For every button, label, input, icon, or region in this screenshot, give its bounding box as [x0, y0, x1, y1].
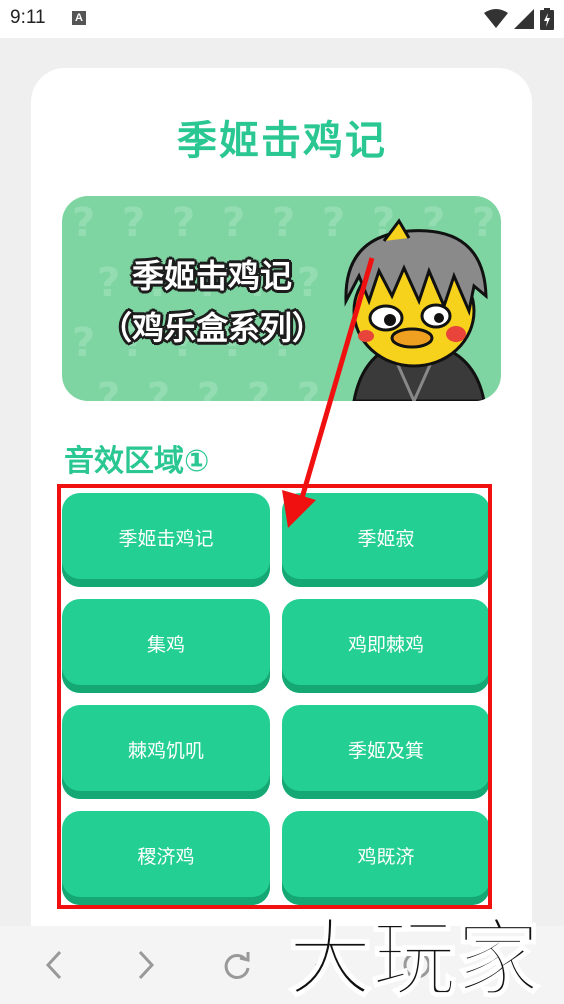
sound-button[interactable]: 季姬击鸡记	[62, 493, 270, 587]
notification-icon: A	[72, 11, 86, 25]
signal-icon	[514, 9, 534, 29]
battery-icon	[540, 8, 554, 30]
mascot-icon	[344, 218, 488, 401]
watermark-logo: 大玩家	[288, 909, 541, 1004]
svg-text:?: ?	[297, 375, 320, 401]
svg-text:?: ?	[172, 200, 195, 246]
wifi-icon	[484, 9, 508, 28]
svg-text:?: ?	[272, 200, 295, 246]
status-icons	[484, 8, 554, 30]
section-title: 音效区域①	[64, 444, 210, 479]
svg-text:?: ?	[222, 200, 245, 246]
svg-text:?: ?	[197, 375, 220, 401]
page-title: 季姬击鸡记	[177, 118, 387, 164]
chevron-right-icon[interactable]	[128, 948, 162, 982]
sound-button[interactable]: 季姬及箕	[282, 705, 490, 799]
sound-button-grid: 季姬击鸡记 季姬寂 集鸡 鸡即棘鸡 棘鸡饥叽 季姬及箕 稷济鸡 鸡既济	[62, 493, 490, 905]
status-time: 9:11	[10, 7, 46, 28]
reload-icon[interactable]	[220, 948, 254, 982]
sound-button[interactable]: 集鸡	[62, 599, 270, 693]
banner-image: ????????? ????? ????? ????? 季姬击鸡记 （鸡乐盒系列…	[62, 196, 501, 401]
watermark-text: 大玩家	[288, 910, 540, 1004]
svg-text:?: ?	[122, 200, 145, 246]
sound-button[interactable]: 鸡既济	[282, 811, 490, 905]
sound-button[interactable]: 稷济鸡	[62, 811, 270, 905]
chevron-left-icon[interactable]	[38, 948, 72, 982]
sound-button[interactable]: 鸡即棘鸡	[282, 599, 490, 693]
svg-text:?: ?	[147, 375, 170, 401]
banner-line-2: （鸡乐盒系列）	[99, 309, 324, 347]
svg-text:?: ?	[247, 375, 270, 401]
sound-button[interactable]: 棘鸡饥叽	[62, 705, 270, 799]
status-bar: 9:11 A	[0, 0, 564, 38]
svg-text:?: ?	[72, 200, 95, 246]
banner-line-1: 季姬击鸡记	[131, 257, 292, 295]
sound-button[interactable]: 季姬寂	[282, 493, 490, 587]
banner-caption: 季姬击鸡记 （鸡乐盒系列）	[62, 250, 362, 354]
svg-text:?: ?	[97, 375, 120, 401]
